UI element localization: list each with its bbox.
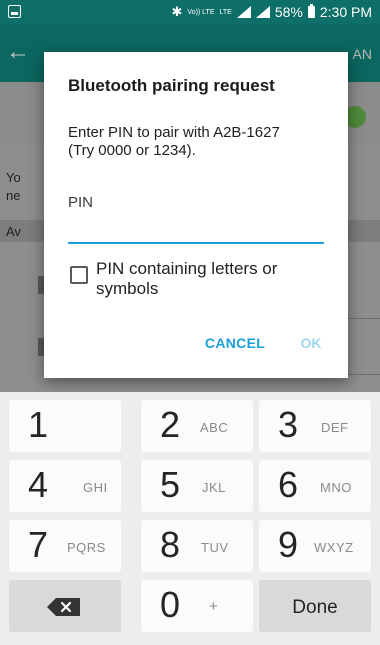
key-5[interactable]: 5 JKL (141, 460, 253, 512)
key-letters: MNO (320, 480, 352, 495)
key-7[interactable]: 7 PQRS (9, 520, 121, 572)
key-1[interactable]: 1 (9, 400, 121, 452)
screenshot-notification-icon (8, 5, 21, 18)
battery-percent: 58% (274, 4, 303, 20)
key-number: 3 (278, 404, 299, 445)
done-key[interactable]: Done (259, 580, 371, 632)
status-icons: ✱ Vo)) LTE LTE 58% 2:30 PM (171, 4, 372, 20)
signal-icon (236, 6, 251, 18)
backspace-icon (47, 598, 80, 616)
key-0[interactable]: 0 + (141, 580, 253, 632)
letters-symbols-checkbox[interactable] (70, 266, 88, 284)
lte-indicator: LTE (219, 8, 232, 16)
key-6[interactable]: 6 MNO (259, 460, 371, 512)
key-4[interactable]: 4 GHI (9, 460, 121, 512)
pin-input[interactable] (68, 222, 324, 244)
volte-indicator: Vo)) LTE (187, 8, 215, 16)
signal-strength-icon (255, 6, 270, 18)
dialog-title: Bluetooth pairing request (68, 76, 275, 95)
visibility-text-2: ne (6, 188, 21, 203)
key-number: 8 (160, 524, 181, 565)
key-letters: JKL (202, 480, 226, 495)
key-number: 5 (160, 464, 181, 505)
key-3[interactable]: 3 DEF (259, 400, 371, 452)
key-number: 2 (160, 404, 181, 445)
bluetooth-icon: ✱ (171, 4, 183, 19)
battery-icon (307, 4, 315, 18)
scan-button[interactable]: AN (353, 46, 372, 62)
key-letters: TUV (201, 540, 229, 555)
key-8[interactable]: 8 TUV (141, 520, 253, 572)
key-number: 6 (278, 464, 299, 505)
key-letters: WXYZ (314, 540, 354, 555)
available-devices-label: Av (6, 224, 21, 239)
checkbox-label[interactable]: PIN containing letters or symbols (96, 259, 326, 299)
done-label: Done (292, 597, 338, 618)
cancel-button[interactable]: CANCEL (194, 332, 276, 354)
numeric-keypad: 1 2 ABC 3 DEF 4 GHI 5 JKL 6 MNO 7 PQRS 8… (0, 392, 380, 645)
key-letters: + (209, 598, 219, 615)
key-9[interactable]: 9 WXYZ (259, 520, 371, 572)
back-arrow-icon[interactable]: ← (6, 38, 30, 66)
visibility-text: Yo (6, 170, 21, 185)
status-bar: ✱ Vo)) LTE LTE 58% 2:30 PM (0, 0, 380, 24)
key-letters: ABC (200, 420, 229, 435)
dialog-message: Enter PIN to pair with A2B-1627 (Try 000… (68, 124, 280, 159)
key-number: 0 (160, 584, 181, 625)
pairing-dialog: Bluetooth pairing request Enter PIN to p… (44, 52, 348, 378)
key-number: 7 (28, 524, 49, 565)
key-letters: DEF (321, 420, 349, 435)
key-number: 9 (278, 524, 299, 565)
delete-key[interactable] (9, 580, 121, 632)
ok-button[interactable]: OK (288, 332, 334, 354)
key-2[interactable]: 2 ABC (141, 400, 253, 452)
key-letters: PQRS (67, 540, 106, 555)
pin-label: PIN (68, 194, 94, 211)
status-time: 2:30 PM (319, 4, 372, 20)
key-letters: GHI (83, 480, 108, 495)
key-number: 1 (28, 404, 49, 445)
key-number: 4 (28, 464, 49, 505)
